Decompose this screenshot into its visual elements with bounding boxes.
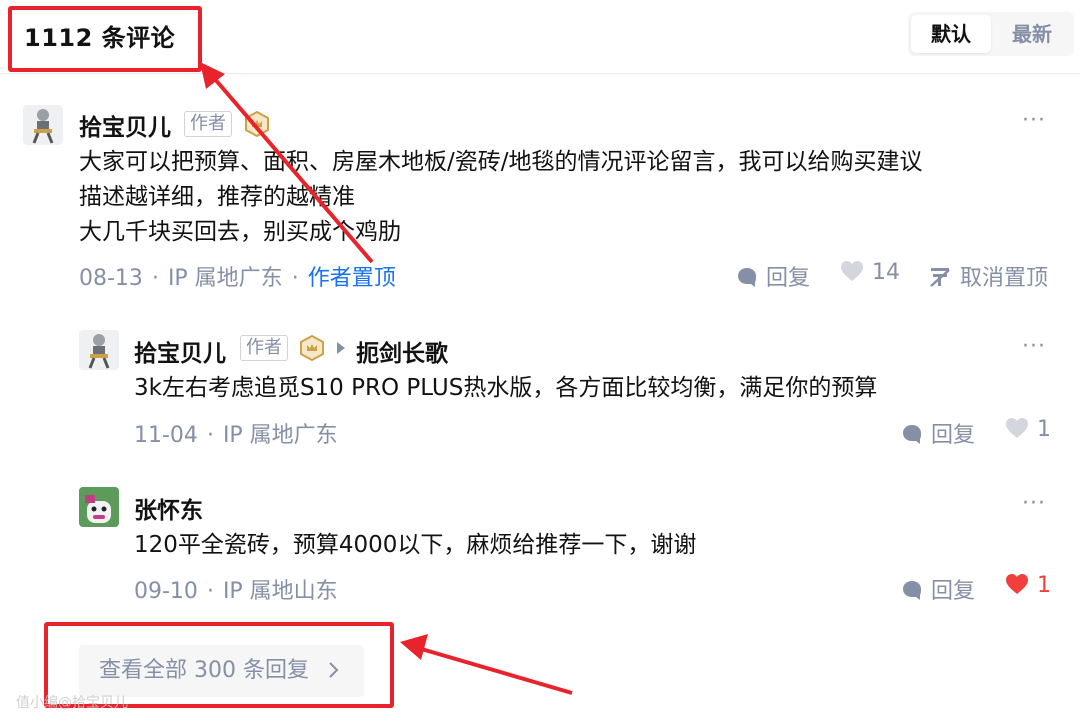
watermark: 值小编@拾宝贝儿 <box>16 695 128 711</box>
annotation-arrows <box>200 62 573 695</box>
